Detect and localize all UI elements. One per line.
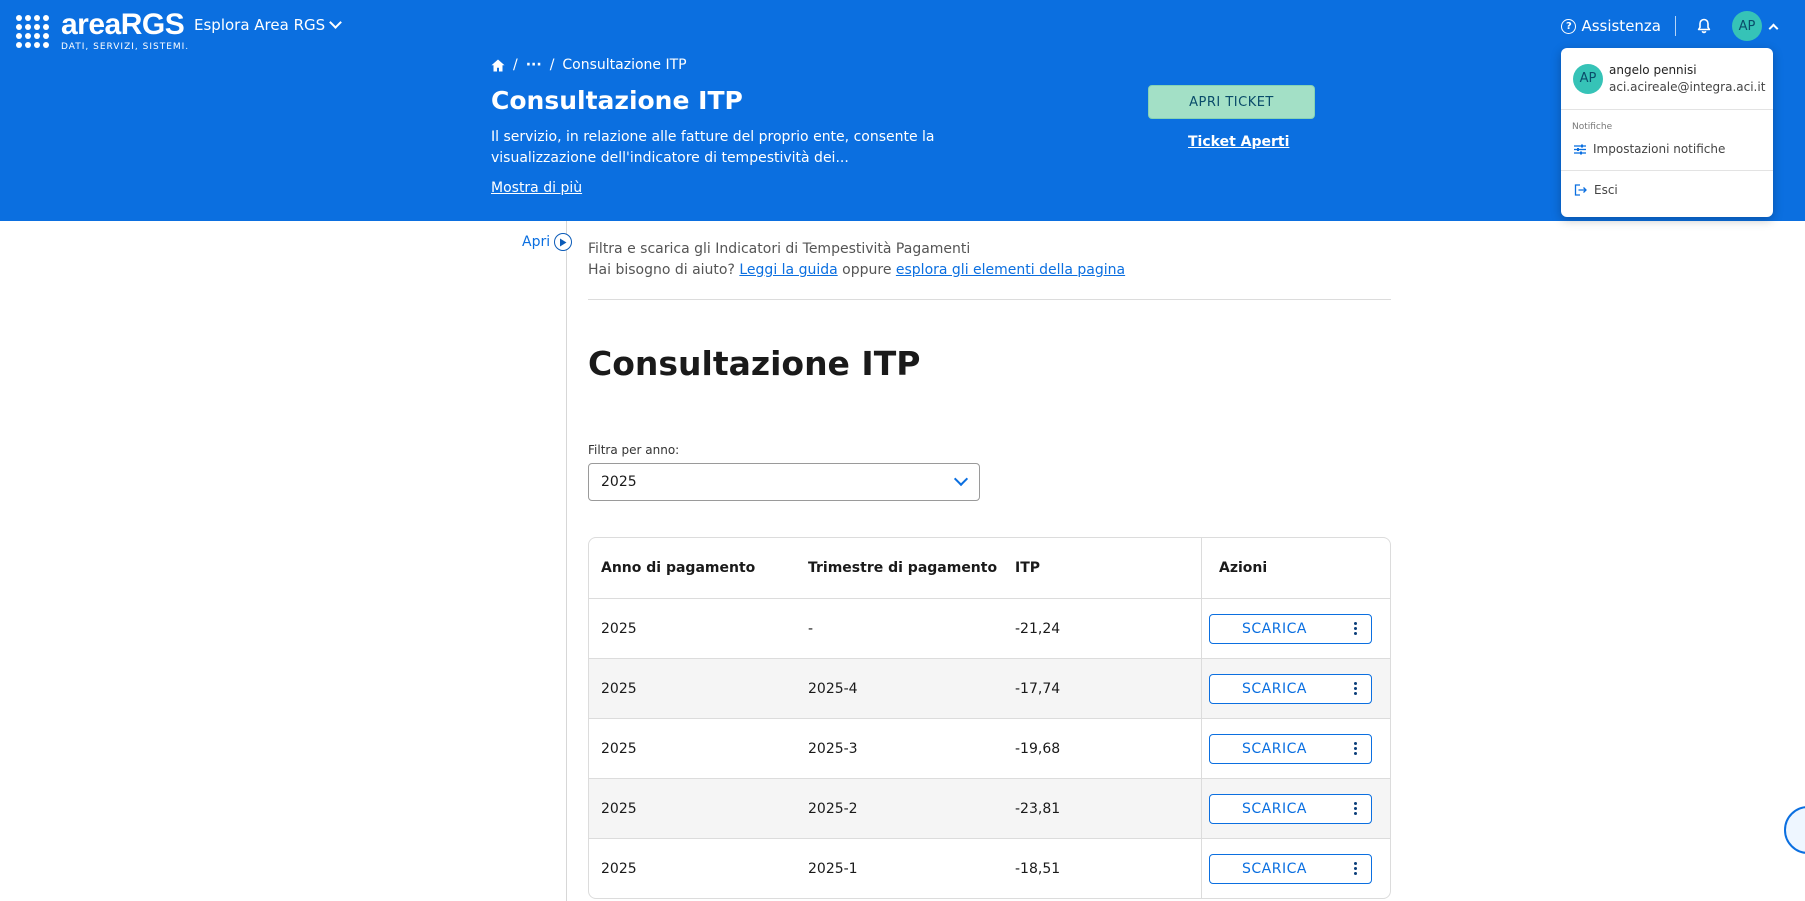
download-button[interactable]: SCARICA (1209, 613, 1372, 644)
header-divider (1675, 16, 1676, 36)
header-actions: ? Assistenza AP (1561, 11, 1779, 41)
page-title: Consultazione ITP (491, 86, 743, 115)
cell-trimestre: 2025-4 (808, 680, 858, 697)
cell-itp: -19,68 (1015, 740, 1061, 757)
help-prefix: Hai bisogno di aiuto? (588, 262, 735, 278)
cell-anno: 2025 (601, 800, 637, 817)
kebab-icon[interactable] (1354, 622, 1357, 635)
logo-tagline: DATI, SERVIZI, SISTEMI. (61, 42, 190, 52)
cell-anno: 2025 (601, 860, 637, 877)
breadcrumb-current: Consultazione ITP (562, 57, 687, 73)
user-email: aci.acireale@integra.aci.it (1609, 80, 1766, 94)
chevron-down-icon (953, 471, 969, 487)
chevron-down-icon (329, 16, 343, 29)
notifications-button[interactable] (1690, 12, 1718, 40)
menu-user-info: AP angelo pennisi aci.acireale@integra.a… (1561, 48, 1773, 110)
cell-trimestre: - (808, 620, 814, 637)
service-description: Il servizio, in relazione alle fatture d… (491, 129, 935, 166)
year-filter-value: 2025 (601, 474, 637, 490)
year-filter-label: Filtra per anno: (588, 443, 680, 457)
column-header: ITP (1015, 560, 1041, 576)
user-name: angelo pennisi (1609, 63, 1697, 77)
download-label: SCARICA (1242, 860, 1307, 877)
breadcrumb-separator: / (513, 57, 518, 73)
table-row: 2025 2025-3 -19,68 SCARICA (589, 718, 1390, 778)
section-title: Consultazione ITP (588, 344, 921, 383)
page-header: areaRGS DATI, SERVIZI, SISTEMI. Esplora … (0, 0, 1805, 221)
column-header: Anno di pagamento (601, 560, 756, 576)
table-row: 2025 2025-1 -18,51 SCARICA (589, 838, 1390, 898)
cell-trimestre: 2025-2 (808, 800, 858, 817)
avatar: AP (1573, 63, 1603, 94)
side-rail-line (566, 221, 567, 901)
chat-assistant-button[interactable] (1784, 806, 1805, 854)
home-icon[interactable] (491, 59, 505, 72)
menu-section-label: Notifiche (1572, 122, 1613, 132)
logout-icon (1574, 184, 1587, 196)
kebab-icon[interactable] (1354, 862, 1357, 875)
itp-table: Anno di pagamento Trimestre di pagamento… (588, 537, 1391, 899)
kebab-icon[interactable] (1354, 682, 1357, 695)
cell-trimestre: 2025-1 (808, 860, 858, 877)
areargs-logo[interactable]: areaRGS DATI, SERVIZI, SISTEMI. (16, 10, 189, 52)
logo-wordmark: areaRGS (61, 8, 185, 41)
download-label: SCARICA (1242, 680, 1307, 697)
cell-itp: -17,74 (1015, 680, 1061, 697)
read-guide-link[interactable]: Leggi la guida (739, 262, 837, 278)
section-divider (588, 299, 1391, 300)
bell-icon (1697, 18, 1711, 34)
notification-settings-item[interactable]: Impostazioni notifiche (1561, 138, 1773, 166)
open-ticket-button[interactable]: APRI TICKET (1148, 85, 1315, 119)
notification-settings-label: Impostazioni notifiche (1593, 142, 1726, 156)
explore-elements-link[interactable]: esplora gli elementi della pagina (896, 262, 1125, 278)
sliders-icon (1574, 144, 1586, 154)
intro-line: Filtra e scarica gli Indicatori di Tempe… (588, 241, 971, 257)
table-row: 2025 2025-2 -23,81 SCARICA (589, 778, 1390, 838)
explore-area-menu[interactable]: Esplora Area RGS (194, 16, 343, 34)
cell-anno: 2025 (601, 740, 637, 757)
breadcrumb-separator: / (549, 57, 555, 73)
kebab-icon[interactable] (1354, 802, 1357, 815)
assistance-label: Assistenza (1581, 17, 1661, 35)
cell-itp: -18,51 (1015, 860, 1061, 877)
logo-dots-icon (16, 14, 49, 48)
table-header-row: Anno di pagamento Trimestre di pagamento… (589, 538, 1390, 598)
help-connector: oppure (842, 262, 892, 278)
cell-itp: -23,81 (1015, 800, 1061, 817)
intro-text: Filtra e scarica gli Indicatori di Tempe… (588, 239, 1125, 281)
chevron-up-icon (1768, 23, 1779, 33)
open-sidebar-toggle[interactable]: Apri (522, 233, 573, 251)
year-filter-select[interactable]: 2025 (588, 463, 980, 501)
breadcrumb-ellipsis[interactable]: ··· (526, 57, 542, 73)
avatar: AP (1732, 11, 1762, 41)
cell-anno: 2025 (601, 620, 637, 637)
logout-label: Esci (1594, 183, 1618, 197)
user-dropdown-menu: AP angelo pennisi aci.acireale@integra.a… (1561, 48, 1773, 217)
user-menu-toggle[interactable]: AP (1732, 11, 1779, 41)
cell-trimestre: 2025-3 (808, 740, 858, 757)
breadcrumb: / ··· / Consultazione ITP (491, 57, 687, 73)
help-circle-icon: ? (1561, 18, 1577, 34)
cell-itp: -21,24 (1015, 620, 1061, 637)
show-more-link[interactable]: Mostra di più (491, 180, 582, 196)
column-header: Trimestre di pagamento (808, 560, 998, 576)
download-button[interactable]: SCARICA (1209, 793, 1372, 824)
play-circle-icon (554, 233, 573, 251)
download-label: SCARICA (1242, 620, 1307, 637)
column-header: Azioni (1201, 538, 1390, 598)
explore-label: Esplora Area RGS (194, 16, 326, 34)
download-label: SCARICA (1242, 800, 1307, 817)
download-button[interactable]: SCARICA (1209, 673, 1372, 704)
cell-anno: 2025 (601, 680, 637, 697)
open-tickets-link[interactable]: Ticket Aperti (1188, 134, 1289, 150)
logout-item[interactable]: Esci (1561, 171, 1773, 209)
download-button[interactable]: SCARICA (1209, 733, 1372, 764)
table-row: 2025 - -21,24 SCARICA (589, 598, 1390, 658)
kebab-icon[interactable] (1354, 742, 1357, 755)
download-button[interactable]: SCARICA (1209, 853, 1372, 884)
table-row: 2025 2025-4 -17,74 SCARICA (589, 658, 1390, 718)
download-label: SCARICA (1242, 740, 1307, 757)
open-sidebar-label: Apri (522, 234, 551, 250)
assistance-link[interactable]: ? Assistenza (1561, 17, 1661, 35)
